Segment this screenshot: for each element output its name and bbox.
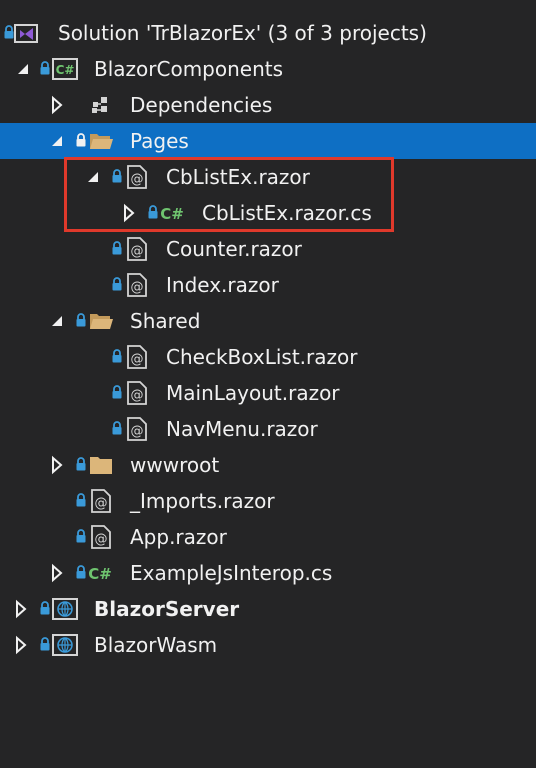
- lock-icon: [4, 25, 14, 39]
- tree-item-dependencies[interactable]: Dependencies: [0, 87, 536, 123]
- tree-item-label: BlazorWasm: [94, 633, 218, 657]
- tree-item-label: CbListEx.razor: [166, 165, 310, 189]
- tree-item-label: Dependencies: [130, 93, 273, 117]
- lock-icon: [40, 637, 50, 651]
- collapsed-arrow-icon[interactable]: [14, 635, 30, 655]
- tree-item-label: App.razor: [130, 525, 227, 549]
- svg-text:@: @: [131, 172, 144, 187]
- tree-item-imports-razor[interactable]: @ _Imports.razor: [0, 483, 536, 519]
- razor-file-icon: @: [124, 345, 150, 369]
- tree-item-cblistex-razor[interactable]: @ CbListEx.razor: [0, 159, 536, 195]
- razor-file-icon: @: [124, 417, 150, 441]
- tree-item-blazorserver[interactable]: BlazorServer: [0, 591, 536, 627]
- svg-text:@: @: [131, 352, 144, 367]
- collapsed-arrow-icon[interactable]: [50, 95, 66, 115]
- svg-text:@: @: [131, 388, 144, 403]
- tree-item-cblistex-razor-cs[interactable]: C# CbListEx.razor.cs: [0, 195, 536, 231]
- lock-icon: [112, 421, 122, 435]
- expanded-arrow-icon[interactable]: [50, 311, 66, 331]
- collapsed-arrow-icon[interactable]: [50, 563, 66, 583]
- lock-icon: [112, 349, 122, 363]
- tree-item-blazorwasm[interactable]: BlazorWasm: [0, 627, 536, 663]
- svg-text:@: @: [131, 244, 144, 259]
- tree-item-label: _Imports.razor: [130, 489, 275, 513]
- lock-icon: [76, 133, 86, 147]
- razor-file-icon: @: [124, 381, 150, 405]
- solution-icon: [14, 21, 40, 45]
- web-project-icon: [52, 633, 78, 657]
- lock-icon: [112, 169, 122, 183]
- lock-icon: [76, 313, 86, 327]
- tree-item-label: wwwroot: [130, 453, 220, 477]
- tree-item-navmenu-razor[interactable]: @ NavMenu.razor: [0, 411, 536, 447]
- razor-file-icon: @: [88, 525, 114, 549]
- tree-item-mainlayout-razor[interactable]: @ MainLayout.razor: [0, 375, 536, 411]
- tree-item-label: BlazorComponents: [94, 57, 284, 81]
- svg-text:@: @: [95, 496, 108, 511]
- razor-file-icon: @: [124, 237, 150, 261]
- svg-text:@: @: [131, 280, 144, 295]
- lock-icon: [112, 241, 122, 255]
- tree-item-label: NavMenu.razor: [166, 417, 318, 441]
- razor-file-icon: @: [124, 273, 150, 297]
- tree-item-label: ExampleJsInterop.cs: [130, 561, 333, 585]
- collapsed-arrow-icon[interactable]: [14, 599, 30, 619]
- solution-root-row[interactable]: Solution 'TrBlazorEx' (3 of 3 projects): [0, 15, 536, 51]
- dependencies-icon: [88, 93, 114, 117]
- tree-item-app-razor[interactable]: @ App.razor: [0, 519, 536, 555]
- solution-label: Solution 'TrBlazorEx' (3 of 3 projects): [58, 21, 427, 45]
- lock-icon: [76, 493, 86, 507]
- tree-item-examplejsinterop-cs[interactable]: C# ExampleJsInterop.cs: [0, 555, 536, 591]
- lock-icon: [76, 565, 86, 579]
- svg-text:C#: C#: [56, 63, 75, 77]
- svg-text:@: @: [131, 424, 144, 439]
- tree-item-label: Pages: [130, 129, 189, 153]
- tree-item-counter-razor[interactable]: @ Counter.razor: [0, 231, 536, 267]
- lock-icon: [148, 205, 158, 219]
- tree-item-label: CheckBoxList.razor: [166, 345, 358, 369]
- lock-icon: [76, 529, 86, 543]
- tree-item-checkboxlist-razor[interactable]: @ CheckBoxList.razor: [0, 339, 536, 375]
- tree-item-wwwroot[interactable]: wwwroot: [0, 447, 536, 483]
- csharp-file-icon: C#: [88, 561, 114, 585]
- tree-item-shared[interactable]: Shared: [0, 303, 536, 339]
- tree-item-pages[interactable]: Pages: [0, 123, 536, 159]
- tree-item-index-razor[interactable]: @ Index.razor: [0, 267, 536, 303]
- tree-item-label: Counter.razor: [166, 237, 302, 261]
- expanded-arrow-icon[interactable]: [16, 59, 32, 79]
- collapsed-arrow-icon[interactable]: [122, 203, 138, 223]
- tree-item-blazorcomponents[interactable]: C# BlazorComponents: [0, 51, 536, 87]
- web-project-icon: [52, 597, 78, 621]
- folder-open-icon: [88, 129, 114, 153]
- tree-item-label: CbListEx.razor.cs: [202, 201, 372, 225]
- lock-icon: [112, 385, 122, 399]
- csharp-project-icon: C#: [52, 57, 78, 81]
- csharp-file-icon: C#: [160, 201, 186, 225]
- razor-file-icon: @: [88, 489, 114, 513]
- svg-text:C#: C#: [88, 565, 112, 583]
- folder-open-icon: [88, 309, 114, 333]
- razor-file-icon: @: [124, 165, 150, 189]
- tree-item-label: MainLayout.razor: [166, 381, 340, 405]
- expanded-arrow-icon[interactable]: [50, 131, 66, 151]
- tree-item-label: BlazorServer: [94, 597, 240, 621]
- lock-icon: [112, 277, 122, 291]
- lock-icon: [76, 457, 86, 471]
- collapsed-arrow-icon[interactable]: [50, 455, 66, 475]
- expanded-arrow-icon[interactable]: [86, 167, 102, 187]
- solution-explorer-tree: Solution 'TrBlazorEx' (3 of 3 projects) …: [0, 0, 536, 768]
- folder-icon: [88, 453, 114, 477]
- lock-icon: [40, 61, 50, 75]
- svg-text:@: @: [95, 532, 108, 547]
- lock-icon: [40, 601, 50, 615]
- svg-text:C#: C#: [160, 205, 184, 223]
- tree-item-label: Index.razor: [166, 273, 279, 297]
- tree-item-label: Shared: [130, 309, 201, 333]
